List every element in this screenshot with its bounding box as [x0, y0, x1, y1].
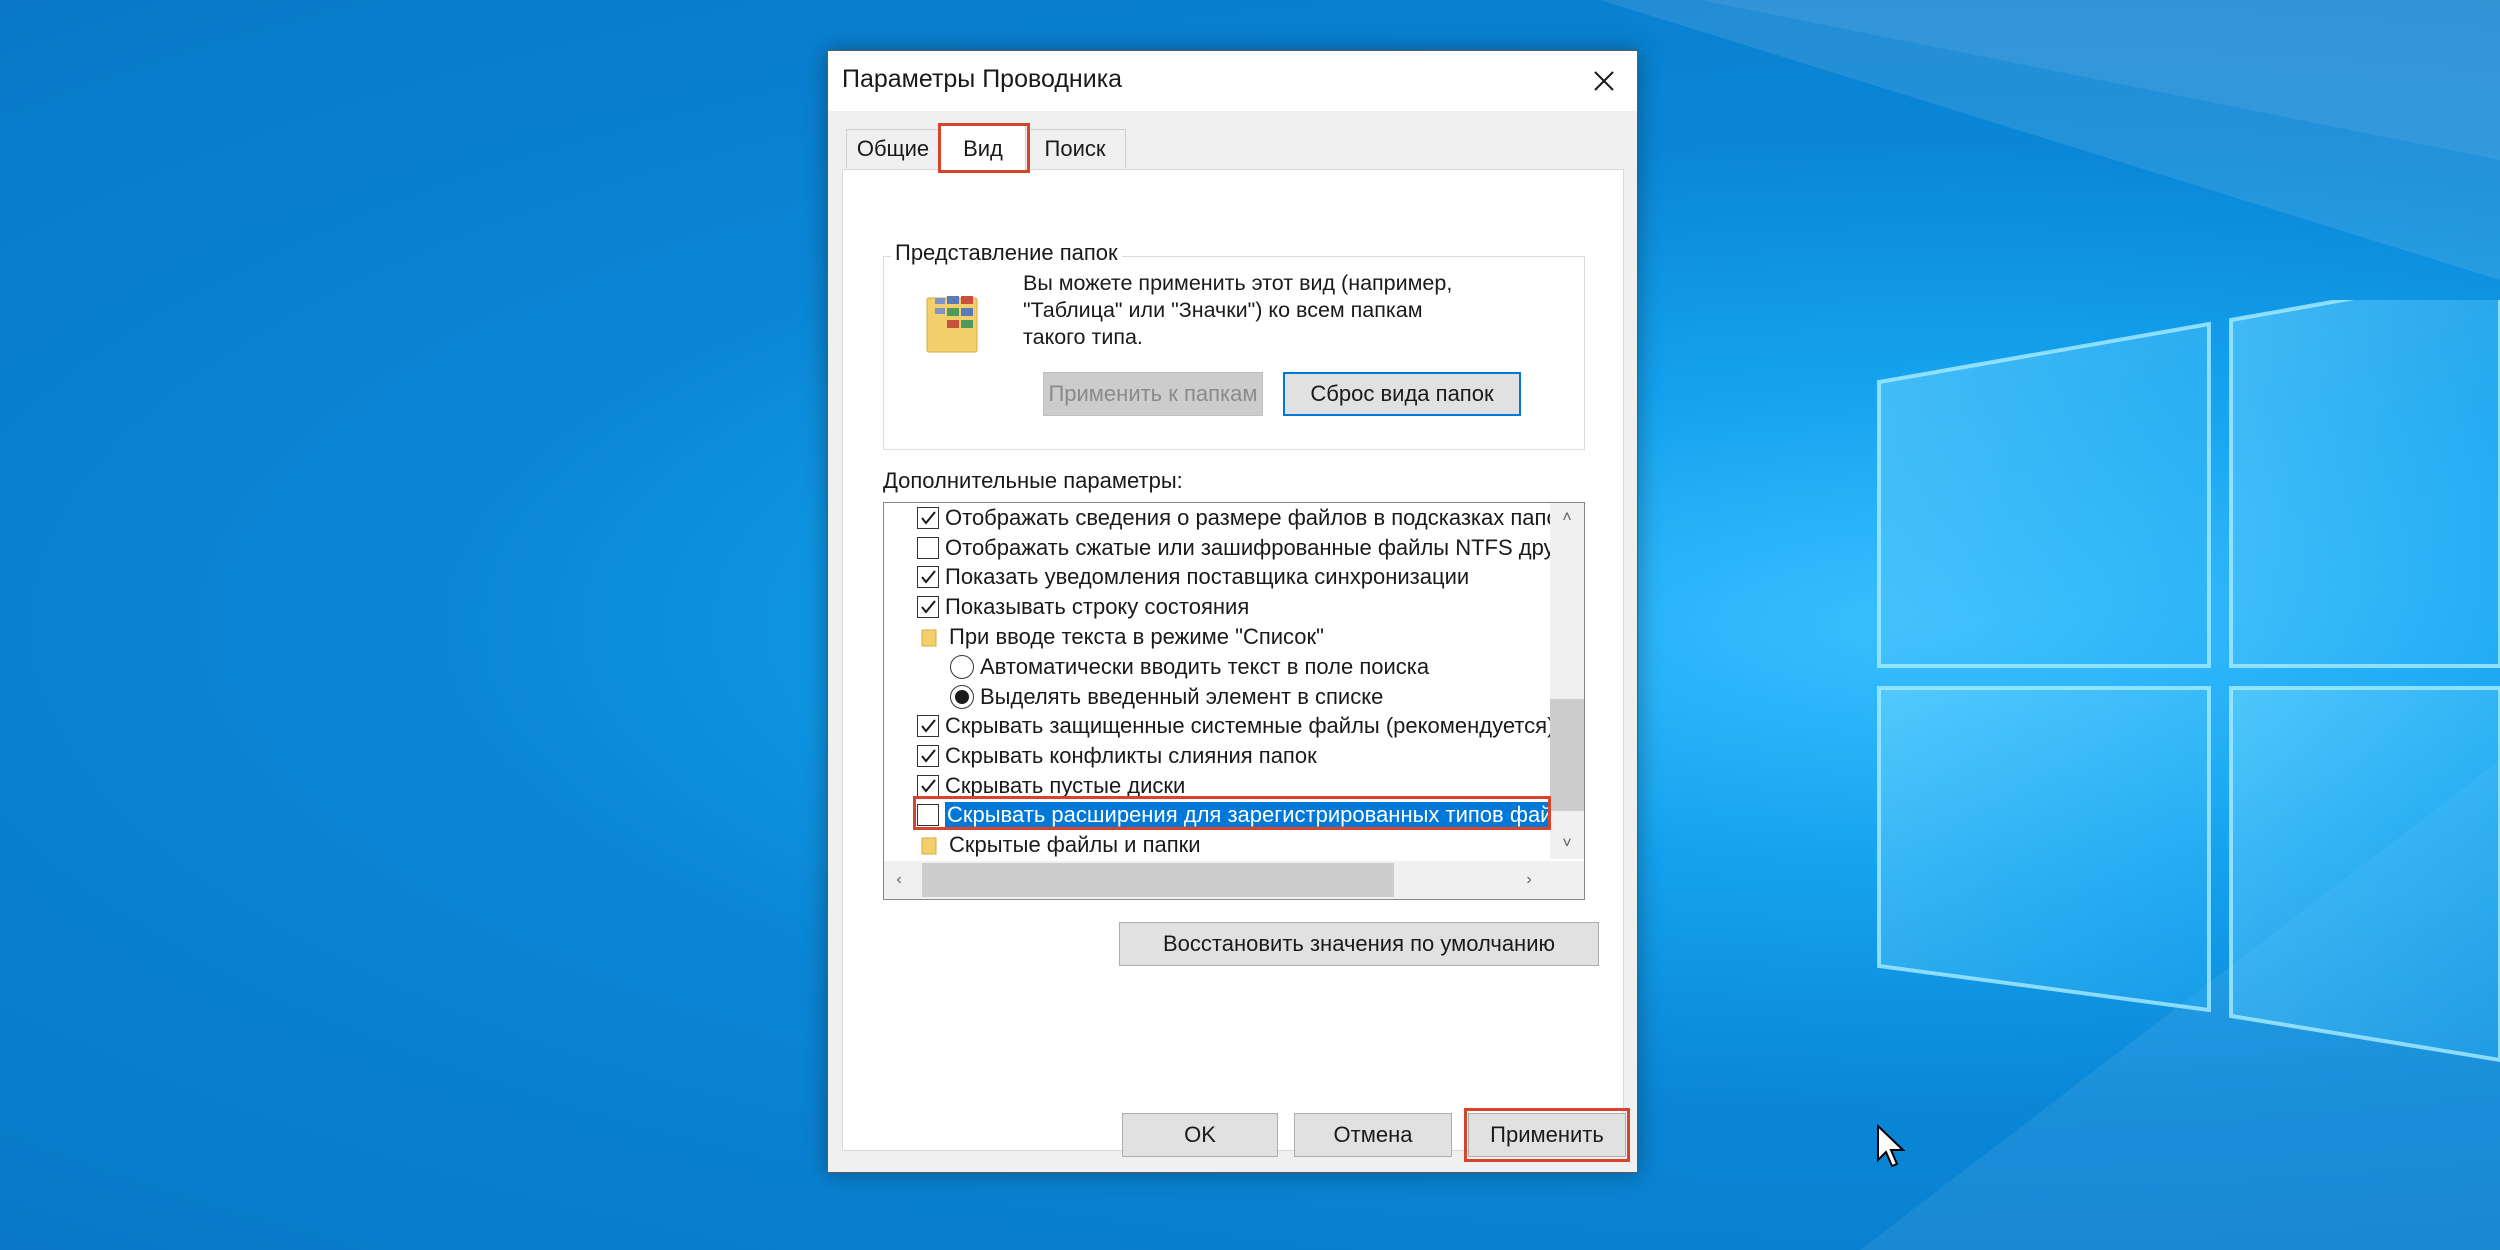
- button-label: OK: [1184, 1122, 1216, 1147]
- tab-label: Вид: [963, 136, 1003, 161]
- list-item-label: Показать уведомления поставщика синхрони…: [945, 564, 1470, 589]
- advanced-settings-label: Дополнительные параметры:: [883, 468, 1183, 493]
- checkbox-unchecked-icon[interactable]: [917, 537, 939, 559]
- scroll-down-icon[interactable]: ˅: [1550, 829, 1584, 859]
- view-tab-panel: Представление папок Вы можете применить …: [842, 169, 1624, 1151]
- reset-folders-button[interactable]: Сброс вида папок: [1283, 372, 1521, 416]
- list-item[interactable]: Скрывать конфликты слияния папок: [917, 741, 1317, 771]
- list-item[interactable]: Скрывать защищенные системные файлы (рек…: [917, 711, 1554, 741]
- tab-label: Поиск: [1044, 136, 1106, 161]
- apply-button[interactable]: Применить: [1468, 1113, 1626, 1157]
- horizontal-scroll-thumb[interactable]: [922, 863, 1394, 897]
- close-icon: [1594, 71, 1614, 91]
- list-item[interactable]: Отображать сведения о размере файлов в п…: [917, 503, 1568, 533]
- list-item-selected[interactable]: Скрывать расширения для зарегистрированн…: [917, 800, 1584, 830]
- ok-button[interactable]: OK: [1122, 1113, 1278, 1157]
- list-item-label: Отображать сведения о размере файлов в п…: [945, 505, 1569, 530]
- list-item-label: Скрывать конфликты слияния папок: [945, 743, 1317, 768]
- checkbox-checked-icon[interactable]: [917, 775, 939, 797]
- apply-to-folders-button[interactable]: Применить к папкам: [1043, 372, 1263, 416]
- list-item[interactable]: Показывать строку состояния: [917, 592, 1249, 622]
- tab-view[interactable]: Вид: [940, 125, 1026, 172]
- button-label: Отмена: [1333, 1122, 1413, 1147]
- button-label: Применить: [1490, 1122, 1604, 1147]
- list-item-label: Скрытые файлы и папки: [949, 832, 1201, 857]
- restore-defaults-button[interactable]: Восстановить значения по умолчанию: [1119, 922, 1599, 966]
- checkbox-checked-icon[interactable]: [917, 745, 939, 767]
- list-item-label: Автоматически вводить текст в поле поиск…: [980, 654, 1430, 679]
- list-item-label: Показывать строку состояния: [945, 594, 1250, 619]
- folder-icon: [921, 629, 937, 647]
- folder-views-icon: [926, 296, 978, 353]
- list-group: Скрытые файлы и папки: [921, 830, 1201, 860]
- advanced-settings-list[interactable]: Отображать сведения о размере файлов в п…: [883, 502, 1585, 900]
- horizontal-scrollbar[interactable]: ‹ ›: [884, 861, 1584, 899]
- list-item-label: Выделять введенный элемент в списке: [980, 684, 1384, 709]
- mouse-cursor-icon: [1877, 1124, 1906, 1168]
- list-item[interactable]: Скрывать пустые диски: [917, 771, 1185, 801]
- list-group: При вводе текста в режиме "Список": [921, 622, 1324, 652]
- folder-views-title: Представление папок: [891, 240, 1122, 266]
- folder-icon: [921, 837, 937, 855]
- button-label: Применить к папкам: [1048, 381, 1258, 406]
- scroll-left-icon[interactable]: ‹: [884, 861, 914, 899]
- cancel-button[interactable]: Отмена: [1294, 1113, 1452, 1157]
- button-label: Сброс вида папок: [1310, 381, 1494, 406]
- list-item-label: При вводе текста в режиме "Список": [949, 624, 1324, 649]
- list-item-label: Скрывать пустые диски: [945, 773, 1186, 798]
- title-bar[interactable]: Параметры Проводника: [828, 51, 1637, 111]
- tab-general[interactable]: Общие: [846, 129, 940, 168]
- checkbox-unchecked-icon[interactable]: [917, 804, 939, 826]
- radio-unchecked-icon[interactable]: [950, 655, 974, 679]
- checkbox-checked-icon[interactable]: [917, 507, 939, 529]
- radio-checked-icon[interactable]: [950, 685, 974, 709]
- checkbox-checked-icon[interactable]: [917, 715, 939, 737]
- vertical-scroll-thumb[interactable]: [1550, 699, 1584, 811]
- list-item[interactable]: Автоматически вводить текст в поле поиск…: [950, 652, 1429, 682]
- tab-search[interactable]: Поиск: [1024, 129, 1126, 168]
- dialog-title: Параметры Проводника: [842, 65, 1123, 93]
- tab-label: Общие: [856, 136, 930, 161]
- list-item-label: Скрывать защищенные системные файлы (рек…: [945, 713, 1555, 738]
- close-button[interactable]: [1571, 51, 1637, 111]
- list-item[interactable]: Отображать сжатые или зашифрованные файл…: [917, 533, 1584, 563]
- list-item[interactable]: Выделять введенный элемент в списке: [950, 682, 1383, 712]
- list-item-label: Отображать сжатые или зашифрованные файл…: [945, 535, 1584, 560]
- checkbox-checked-icon[interactable]: [917, 596, 939, 618]
- scroll-right-icon[interactable]: ›: [1514, 861, 1544, 899]
- button-label: Восстановить значения по умолчанию: [1162, 931, 1555, 956]
- list-item-label: Скрывать расширения для зарегистрированн…: [945, 802, 1584, 828]
- vertical-scrollbar[interactable]: ˄ ˅: [1550, 503, 1584, 859]
- list-item[interactable]: Показать уведомления поставщика синхрони…: [917, 562, 1469, 592]
- scroll-up-icon[interactable]: ˄: [1550, 503, 1584, 533]
- folder-options-dialog: Параметры Проводника Общие Вид Поиск Пре…: [827, 50, 1638, 1173]
- folder-views-description: Вы можете применить этот вид (например, …: [1023, 271, 1453, 349]
- checkbox-checked-icon[interactable]: [917, 566, 939, 588]
- windows-logo: [1877, 300, 2500, 1063]
